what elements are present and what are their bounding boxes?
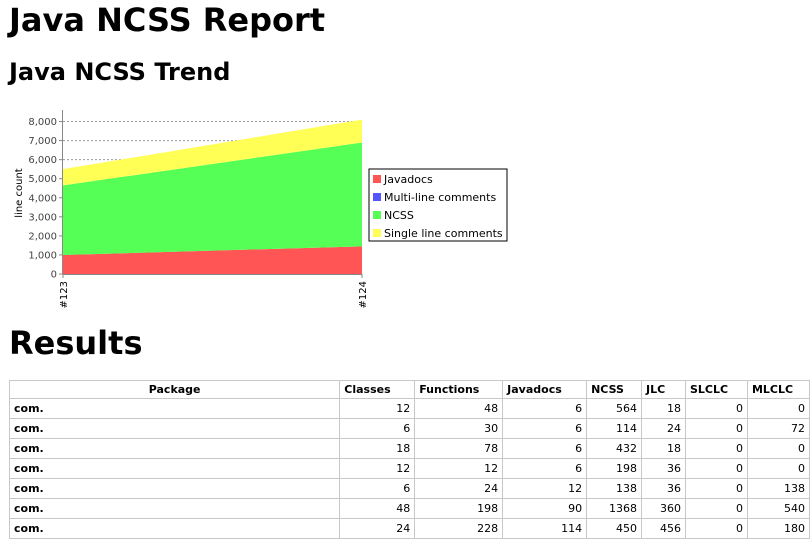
mlclc-cell: 0 [746,458,811,479]
ncss-cell: 450 [586,518,643,539]
page-title: Java NCSS Report [9,1,326,39]
header-ncss[interactable]: NCSS [586,380,643,399]
slclc-cell: 0 [685,438,748,459]
mlclc-cell: 0 [746,398,811,419]
x-tick-label: #124 [358,281,369,308]
jlc-cell: 24 [641,418,686,439]
header-javadocs[interactable]: Javadocs [502,380,588,399]
jlc-cell: 360 [641,498,686,519]
table-row: com. 18 78 6 432 18 0 0 [8,438,811,459]
y-tick-label: 1,000 [28,250,57,261]
functions-cell: 24 [414,478,504,499]
ncss-cell: 432 [586,438,643,459]
table-row: com. 6 24 12 138 36 0 138 [8,478,811,499]
y-tick-label: 8,000 [28,117,57,128]
y-tick-label: 7,000 [28,136,57,147]
package-cell[interactable]: com. [8,498,341,519]
ncss-cell: 564 [586,398,643,419]
table-row: com. 12 12 6 198 36 0 0 [8,458,811,479]
functions-cell: 12 [414,458,504,479]
legend-entry: NCSS [384,209,414,222]
table-row: com. 6 30 6 114 24 0 72 [8,418,811,439]
header-functions[interactable]: Functions [414,380,504,399]
ncss-cell: 198 [586,458,643,479]
jlc-cell: 36 [641,458,686,479]
slclc-cell: 0 [685,418,748,439]
y-tick-label: 4,000 [28,193,57,204]
package-cell[interactable]: com. [8,458,341,479]
slclc-cell: 0 [685,458,748,479]
classes-cell: 24 [339,518,416,539]
functions-cell: 48 [414,398,504,419]
package-cell[interactable]: com. [8,418,341,439]
jlc-cell: 18 [641,398,686,419]
package-cell[interactable]: com. [8,438,341,459]
y-tick-label: 0 [51,270,57,281]
classes-cell: 6 [339,418,416,439]
slclc-cell: 0 [685,498,748,519]
mlclc-cell: 180 [746,518,811,539]
header-mlclc[interactable]: MLCLC [746,380,811,399]
header-slclc[interactable]: SLCLC [685,380,748,399]
results-heading: Results [9,324,143,362]
y-tick-label: 6,000 [28,155,57,166]
results-header-row: Package Classes Functions Javadocs NCSS … [8,380,811,399]
slclc-cell: 0 [685,478,748,499]
results-table: Package Classes Functions Javadocs NCSS … [8,380,811,539]
package-cell[interactable]: com. [8,398,341,419]
y-tick-label: 5,000 [28,174,57,185]
functions-cell: 78 [414,438,504,459]
legend-entry: Single line comments [384,227,503,240]
legend-entry: Multi-line comments [384,191,496,204]
ncss-cell: 114 [586,418,643,439]
legend-swatch [373,211,381,219]
table-row: com. 12 48 6 564 18 0 0 [8,398,811,419]
mlclc-cell: 0 [746,438,811,459]
functions-cell: 198 [414,498,504,519]
header-jlc[interactable]: JLC [641,380,686,399]
javadocs-cell: 12 [502,478,588,499]
classes-cell: 12 [339,398,416,419]
classes-cell: 18 [339,438,416,459]
legend-entry: Javadocs [383,173,433,186]
y-tick-label: 3,000 [28,212,57,223]
javadocs-cell: 114 [502,518,588,539]
mlclc-cell: 72 [746,418,811,439]
slclc-cell: 0 [685,518,748,539]
javadocs-cell: 6 [502,458,588,479]
trend-chart: 0 1,000 2,000 3,000 4,000 5,000 6,000 7,000 8,00… [14,110,508,308]
y-axis-label: line count [14,168,25,218]
x-tick-label: #123 [59,281,70,308]
header-classes[interactable]: Classes [339,380,416,399]
slclc-cell: 0 [685,398,748,419]
jlc-cell: 456 [641,518,686,539]
javadocs-cell: 90 [502,498,588,519]
classes-cell: 6 [339,478,416,499]
legend-swatch [373,175,381,183]
trend-heading: Java NCSS Trend [9,58,231,86]
javadocs-cell: 6 [502,438,588,459]
ncss-cell: 1368 [586,498,643,519]
functions-cell: 30 [414,418,504,439]
package-cell[interactable]: com. [8,518,341,539]
classes-cell: 12 [339,458,416,479]
legend-swatch [373,229,381,237]
mlclc-cell: 138 [746,478,811,499]
jlc-cell: 18 [641,438,686,459]
jlc-cell: 36 [641,478,686,499]
legend-swatch [373,193,381,201]
classes-cell: 48 [339,498,416,519]
y-tick-label: 2,000 [28,231,57,242]
header-package[interactable]: Package [8,380,341,399]
table-row: com. 24 228 114 450 456 0 180 [8,518,811,539]
table-row: com. 48 198 90 1368 360 0 540 [8,498,811,519]
javadocs-cell: 6 [502,418,588,439]
javadocs-cell: 6 [502,398,588,419]
ncss-cell: 138 [586,478,643,499]
mlclc-cell: 540 [746,498,811,519]
functions-cell: 228 [414,518,504,539]
package-cell[interactable]: com. [8,478,341,499]
